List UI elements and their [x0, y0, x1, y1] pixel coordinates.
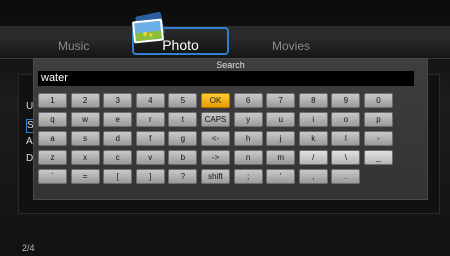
key-q[interactable]: q — [38, 112, 67, 127]
key-comma[interactable]: , — [298, 169, 328, 184]
key-minus[interactable]: - — [364, 131, 393, 146]
search-input[interactable]: water — [38, 71, 414, 86]
key-n[interactable]: n — [233, 150, 263, 165]
key-a[interactable]: a — [38, 131, 67, 146]
key-z[interactable]: z — [38, 150, 67, 165]
key-w[interactable]: w — [70, 112, 100, 127]
key-backslash[interactable]: \ — [331, 150, 361, 165]
key-d[interactable]: d — [103, 131, 133, 146]
key-0[interactable]: 0 — [364, 93, 393, 108]
key-v[interactable]: v — [135, 150, 165, 165]
key-1[interactable]: 1 — [38, 93, 67, 108]
key-quote[interactable]: ' — [266, 169, 296, 184]
key-p[interactable]: p — [364, 112, 393, 127]
page-indicator: 2/4 — [22, 243, 35, 253]
key-g[interactable]: g — [168, 131, 198, 146]
key-3[interactable]: 3 — [103, 93, 133, 108]
key-period[interactable]: . — [331, 169, 361, 184]
tab-movies[interactable]: Movies — [272, 39, 310, 53]
key-ok[interactable]: OK — [201, 93, 230, 108]
key-x[interactable]: x — [70, 150, 100, 165]
key-u[interactable]: u — [266, 112, 296, 127]
key-shift[interactable]: shift — [201, 169, 230, 184]
key-e[interactable]: e — [103, 112, 133, 127]
key-b[interactable]: b — [168, 150, 198, 165]
keyboard-title: Search — [216, 60, 245, 70]
key-equals[interactable]: = — [70, 169, 100, 184]
tab-music[interactable]: Music — [58, 39, 89, 53]
key-question[interactable]: ? — [168, 169, 198, 184]
key-c[interactable]: c — [103, 150, 133, 165]
key-5[interactable]: 5 — [168, 93, 198, 108]
key-4[interactable]: 4 — [135, 93, 165, 108]
key-f[interactable]: f — [135, 131, 165, 146]
key-minusgt[interactable]: -> — [201, 150, 230, 165]
key-o[interactable]: o — [331, 112, 361, 127]
key-m[interactable]: m — [266, 150, 296, 165]
key-r[interactable]: r — [135, 112, 165, 127]
photo-icon — [132, 12, 165, 44]
key-underscore[interactable]: _ — [364, 150, 393, 165]
key-rbracket[interactable]: ] — [135, 169, 165, 184]
key-h[interactable]: h — [233, 131, 263, 146]
key-slash[interactable]: / — [298, 150, 328, 165]
keyboard-keys: 1 2 3 4 5 OK 6 7 8 9 0 q w e r t CAPS y u i o p a s d f g <- h j k l - z x… — [38, 93, 428, 200]
key-2[interactable]: 2 — [70, 93, 100, 108]
key-s[interactable]: s — [70, 131, 100, 146]
key-l[interactable]: l — [331, 131, 361, 146]
key-caps[interactable]: CAPS — [201, 112, 230, 127]
key-t[interactable]: t — [168, 112, 198, 127]
key-semicolon[interactable]: ; — [233, 169, 263, 184]
key-i[interactable]: i — [298, 112, 328, 127]
onscreen-keyboard-dialog: Search water 1 2 3 4 5 OK 6 7 8 9 0 q w e r t CAPS y u i o p a… — [33, 58, 428, 200]
key-6[interactable]: 6 — [233, 93, 263, 108]
key-k[interactable]: k — [298, 131, 328, 146]
key-9[interactable]: 9 — [331, 93, 361, 108]
key-backtick[interactable]: ` — [38, 169, 67, 184]
key-j[interactable]: j — [266, 131, 296, 146]
key-lbracket[interactable]: [ — [103, 169, 133, 184]
key-y[interactable]: y — [233, 112, 263, 127]
key-7[interactable]: 7 — [266, 93, 296, 108]
key-ltminus[interactable]: <- — [201, 131, 230, 146]
key-8[interactable]: 8 — [298, 93, 328, 108]
